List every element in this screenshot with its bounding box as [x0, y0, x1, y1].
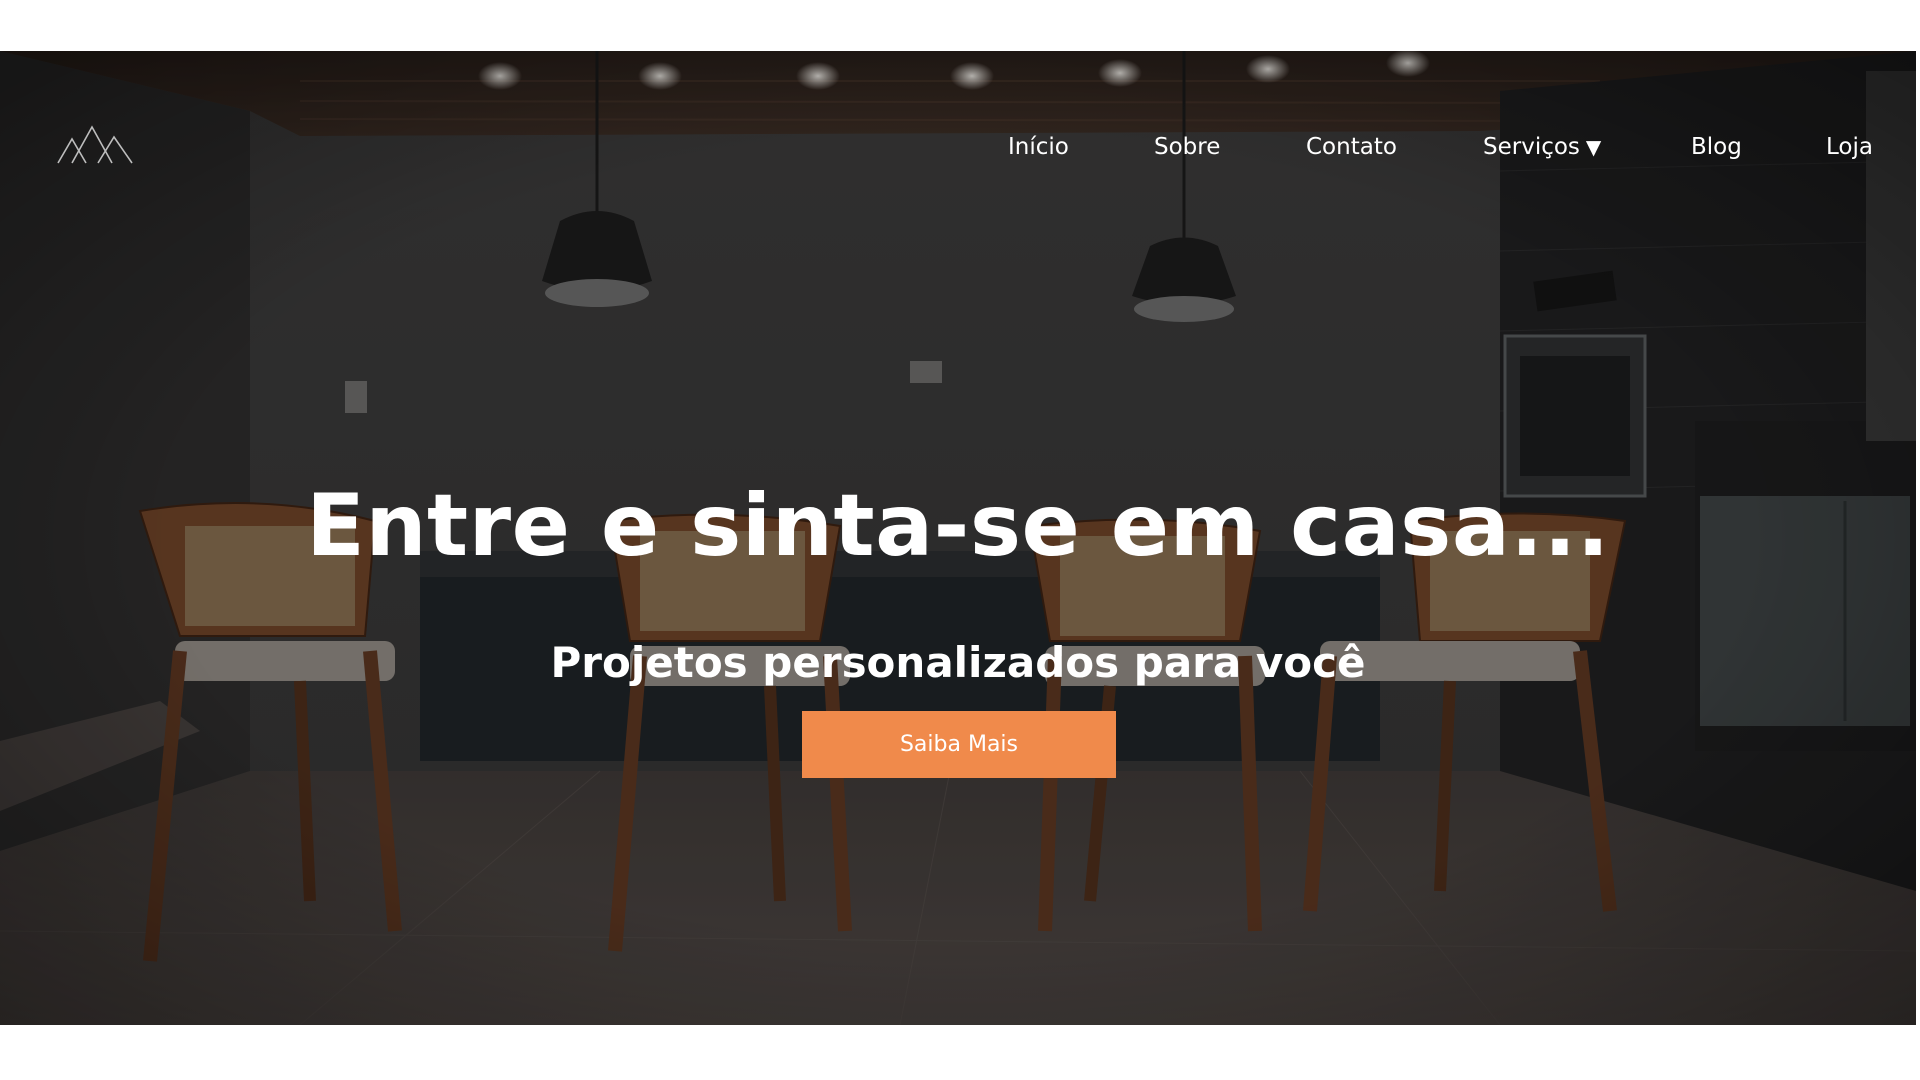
nav-item-label: Sobre	[1154, 134, 1221, 160]
triangle-down-icon: ▼	[1585, 135, 1602, 159]
nav-item-label: Loja	[1826, 134, 1873, 160]
hero-section: Início Sobre Contato Serviços ▼ Blog Loja…	[0, 51, 1916, 1025]
nav-item-label: Início	[1008, 134, 1069, 160]
nav-item-inicio[interactable]: Início	[1008, 127, 1069, 167]
nav-item-sobre[interactable]: Sobre	[1154, 127, 1220, 167]
hero-title: Entre e sinta-se em casa...	[306, 476, 1610, 576]
nav-item-blog[interactable]: Blog	[1691, 127, 1742, 167]
nav-item-loja[interactable]: Loja	[1826, 127, 1873, 167]
nav-item-contato[interactable]: Contato	[1306, 127, 1397, 167]
saiba-mais-button[interactable]: Saiba Mais	[802, 711, 1116, 778]
nav-item-servicos[interactable]: Serviços ▼	[1483, 127, 1601, 167]
main-navigation: Início Sobre Contato Serviços ▼ Blog Loja	[0, 127, 1916, 167]
nav-item-label: Serviços	[1483, 134, 1580, 160]
nav-item-label: Contato	[1306, 134, 1397, 160]
hero-subtitle: Projetos personalizados para você	[550, 638, 1366, 687]
nav-item-label: Blog	[1691, 134, 1742, 160]
